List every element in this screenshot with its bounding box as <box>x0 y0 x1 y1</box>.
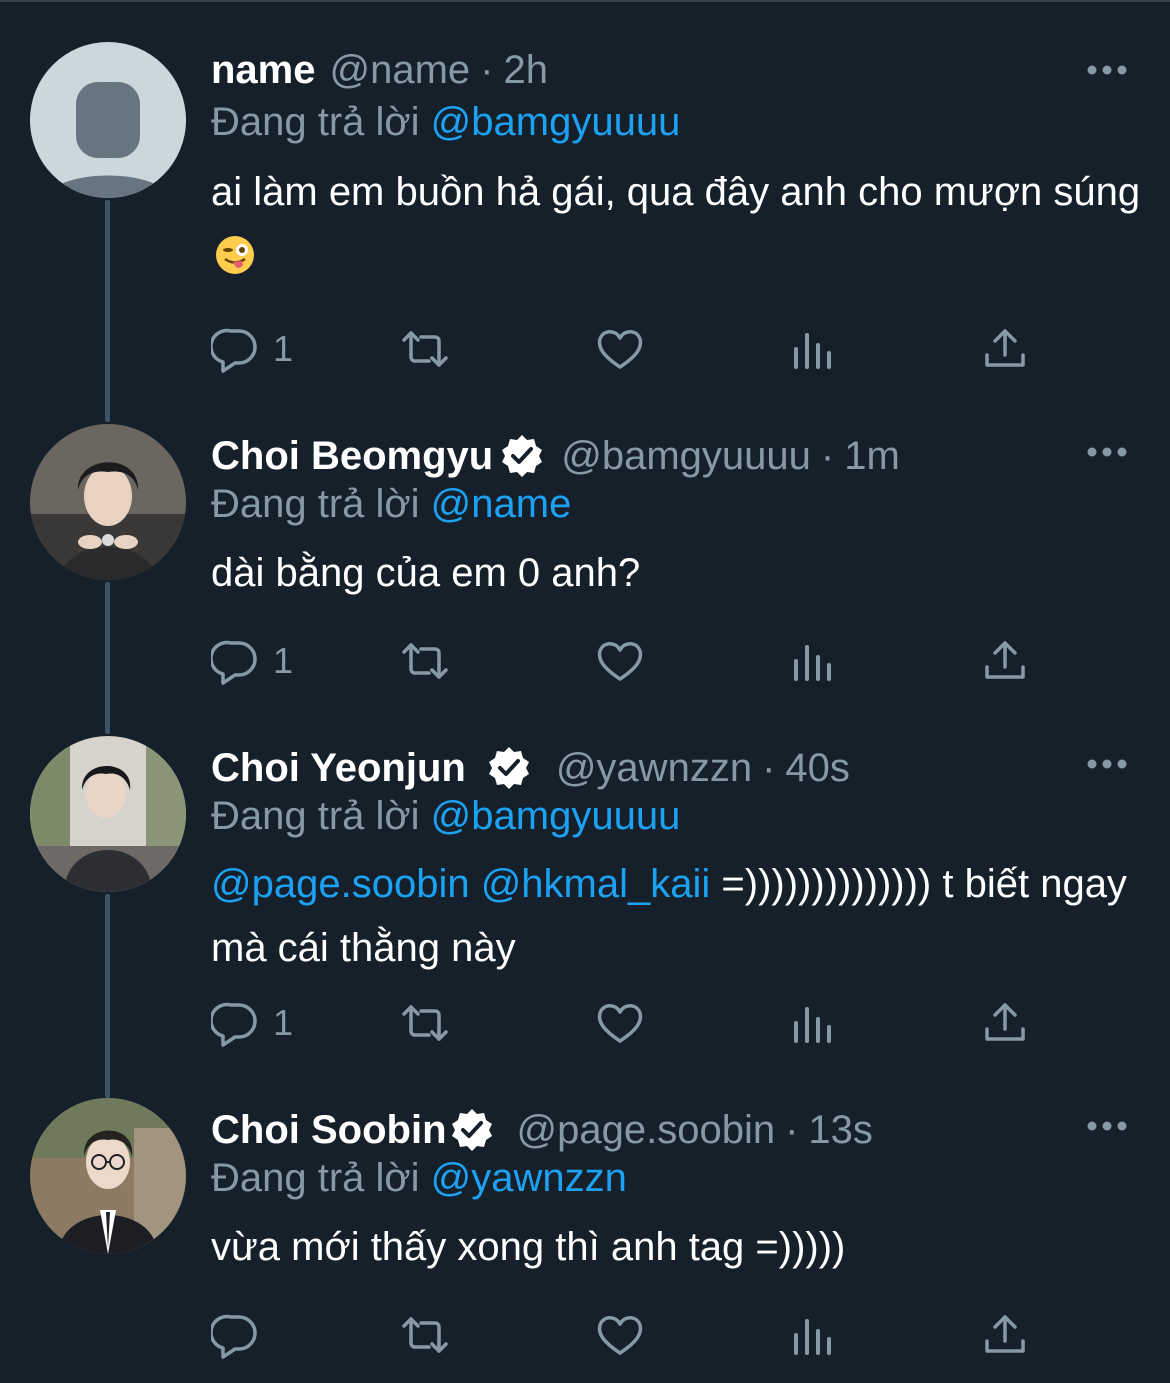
analytics-button[interactable] <box>789 1310 837 1360</box>
reply-button[interactable] <box>211 1310 273 1360</box>
tweet-actions <box>211 1310 1041 1360</box>
more-icon[interactable] <box>1086 1106 1128 1146</box>
tweet[interactable]: Choi Soobin @page.soobin · 13s Đang trả … <box>0 0 1170 1383</box>
user-handle[interactable]: @page.soobin <box>517 1108 776 1153</box>
profile-photo <box>30 1098 186 1254</box>
heart-icon <box>597 1316 643 1355</box>
tweet-text: vừa mới thấy xong thì anh tag =))))) <box>211 1225 846 1269</box>
retweet-icon <box>402 1317 448 1353</box>
timestamp[interactable]: 13s <box>808 1108 873 1153</box>
like-button[interactable] <box>596 1310 644 1360</box>
verified-badge-icon <box>449 1107 495 1153</box>
retweet-button[interactable] <box>401 1310 449 1360</box>
replying-to-label: Đang trả lời <box>211 1156 420 1200</box>
tweet-header: Choi Soobin @page.soobin · 13s <box>211 1102 1060 1158</box>
replying-to: Đang trả lời @yawnzzn <box>211 1152 627 1204</box>
share-icon <box>985 1315 1025 1353</box>
display-name[interactable]: Choi Soobin <box>211 1108 447 1153</box>
reply-icon <box>211 1314 257 1359</box>
avatar[interactable] <box>30 1098 186 1254</box>
analytics-icon <box>794 1319 831 1355</box>
separator: · <box>785 1107 799 1152</box>
replying-to-mention[interactable]: @yawnzzn <box>431 1156 627 1200</box>
share-button[interactable] <box>981 1310 1029 1360</box>
